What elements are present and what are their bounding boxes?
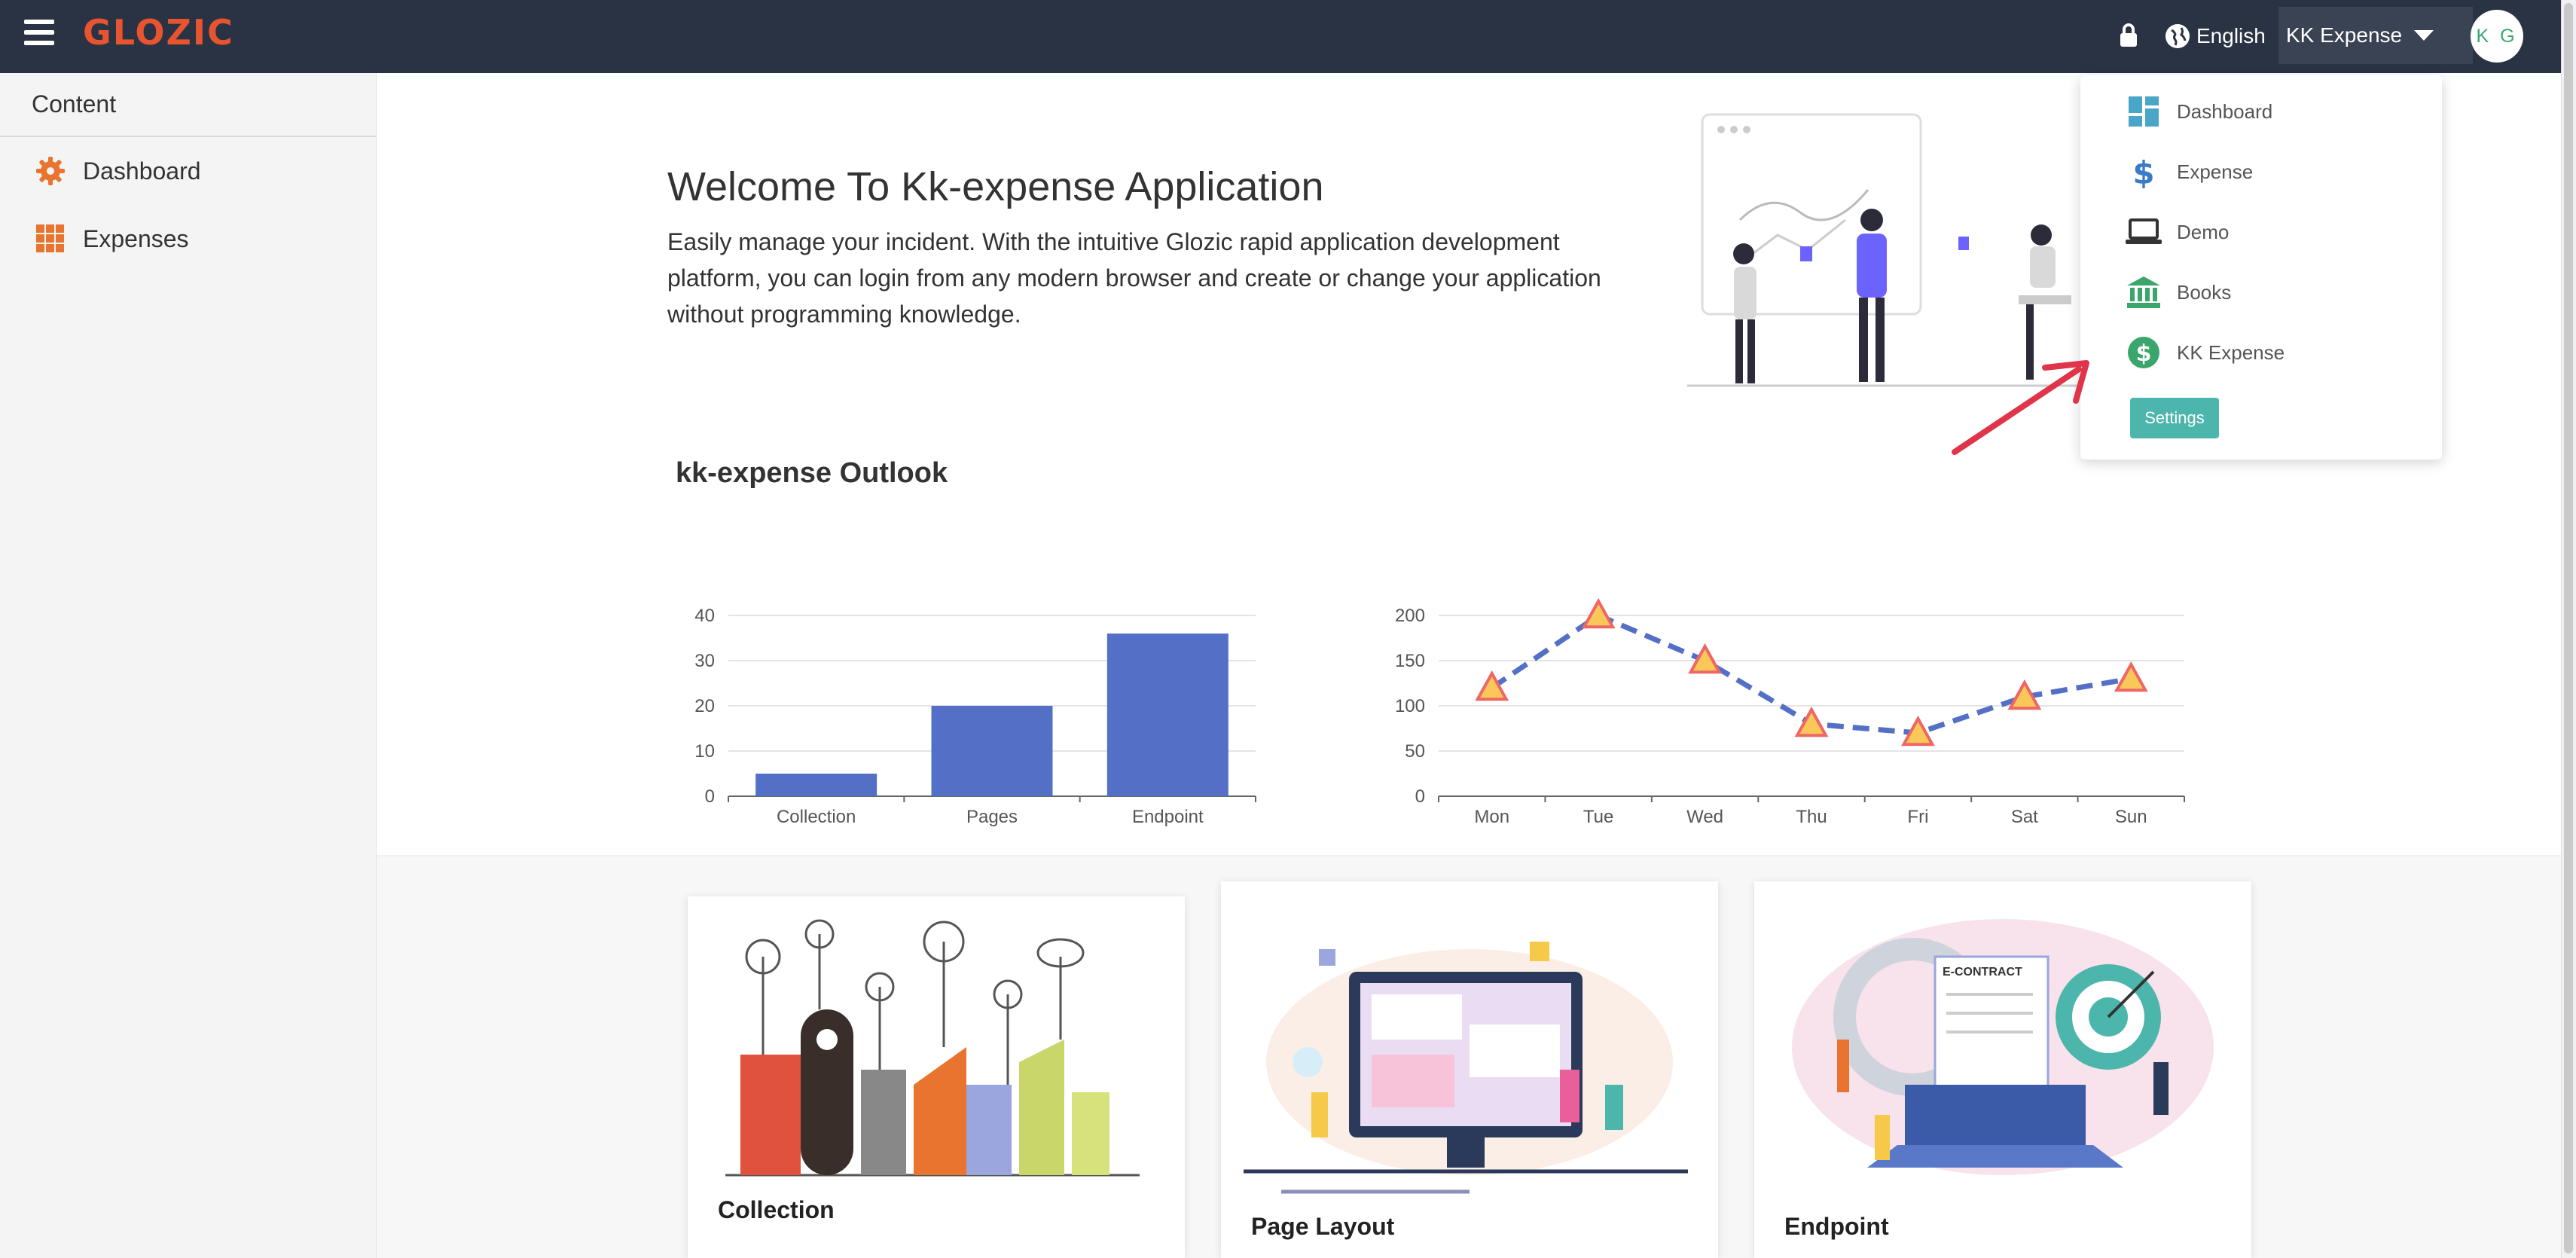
outlook-title: kk-expense Outlook bbox=[676, 457, 948, 489]
x-tick-label: Collection bbox=[777, 807, 856, 827]
x-tick-label: Tue bbox=[1583, 807, 1613, 827]
y-tick-label: 0 bbox=[705, 786, 715, 807]
y-tick-label: 0 bbox=[1415, 786, 1425, 807]
y-tick-label: 100 bbox=[1395, 696, 1425, 716]
gear-icon bbox=[35, 155, 66, 187]
x-tick-label: Wed bbox=[1686, 807, 1723, 827]
annotation-arrow-icon bbox=[1952, 360, 2089, 455]
y-tick-label: 10 bbox=[694, 741, 715, 762]
globe-icon bbox=[2165, 24, 2190, 48]
triangle-marker-thu bbox=[1794, 706, 1829, 737]
line-chart: 0 50 100 150 200 Mon Tue Wed Thu Fri Sat Sun bbox=[1395, 597, 2185, 827]
settings-button[interactable]: Settings bbox=[2130, 398, 2219, 438]
x-tick-label: Thu bbox=[1796, 807, 1827, 827]
dropdown-item-demo[interactable]: Demo bbox=[2126, 209, 2229, 255]
dropdown-item-label: KK Expense bbox=[2177, 340, 2285, 364]
bar-endpoint bbox=[1106, 634, 1228, 796]
bar-collection bbox=[755, 774, 877, 796]
app-selector-dropdown[interactable]: KK Expense bbox=[2278, 7, 2473, 64]
welcome-text: Easily manage your incident. With the in… bbox=[667, 228, 1601, 328]
dropdown-item-kk-expense[interactable]: $ KK Expense bbox=[2126, 330, 2285, 375]
hamburger-menu-icon[interactable] bbox=[24, 20, 54, 50]
y-tick-label: 40 bbox=[694, 606, 715, 626]
svg-text:$: $ bbox=[2136, 340, 2152, 367]
scrollbar-thumb[interactable] bbox=[2564, 3, 2573, 1253]
e-contract-document-text: E-CONTRACT bbox=[1943, 966, 2022, 979]
dropdown-item-label: Dashboard bbox=[2177, 99, 2273, 123]
logo[interactable]: GLOZIC bbox=[83, 12, 234, 53]
x-tick-label: Pages bbox=[966, 807, 1018, 827]
caret-down-icon bbox=[2414, 30, 2434, 41]
card-title: Collection bbox=[718, 1196, 835, 1223]
svg-text:$: $ bbox=[2132, 155, 2154, 188]
welcome-title: Welcome To Kk-expense Application bbox=[667, 164, 1324, 209]
bar-pages bbox=[931, 706, 1053, 796]
x-tick-label: Sun bbox=[2115, 807, 2147, 827]
x-tick-label: Fri bbox=[1907, 807, 1928, 827]
e-contract-illustration: E-CONTRACT bbox=[1792, 919, 2214, 1175]
top-navbar: GLOZIC English KK Expense K G bbox=[0, 0, 2561, 73]
triangle-marker-tue bbox=[1581, 597, 1616, 629]
dollar-icon: $ bbox=[2126, 154, 2162, 190]
triangle-marker-mon bbox=[1475, 670, 1509, 701]
sidebar-title: Content bbox=[0, 73, 376, 137]
dropdown-item-dashboard[interactable]: Dashboard bbox=[2126, 89, 2272, 134]
y-tick-label: 200 bbox=[1395, 606, 1425, 626]
dropdown-item-label: Books bbox=[2177, 280, 2232, 304]
dropdown-item-books[interactable]: Books bbox=[2126, 270, 2231, 315]
dropdown-item-label: Expense bbox=[2177, 160, 2254, 183]
sidebar-item-label: Dashboard bbox=[83, 157, 201, 185]
city-infographic-illustration bbox=[725, 919, 1140, 1177]
user-avatar[interactable]: K G bbox=[2471, 10, 2523, 63]
dashboard-icon bbox=[2126, 93, 2162, 130]
card-title: Page Layout bbox=[1251, 1213, 1395, 1240]
app-selector-label: KK Expense bbox=[2286, 23, 2403, 47]
card-endpoint[interactable]: E-CONTRACT Endpoint bbox=[1754, 881, 2251, 1258]
bar-chart: 0 10 20 30 40 Collection Pages Endpoint bbox=[694, 606, 1256, 827]
page-scrollbar[interactable] bbox=[2561, 0, 2576, 1258]
dollar-circle-icon: $ bbox=[2126, 334, 2162, 371]
sidebar-item-expenses[interactable]: Expenses bbox=[0, 205, 376, 273]
x-tick-label: Endpoint bbox=[1132, 807, 1204, 827]
y-tick-label: 50 bbox=[1405, 741, 1425, 762]
card-page-layout[interactable]: Page Layout bbox=[1221, 881, 1718, 1258]
lock-icon[interactable] bbox=[2118, 23, 2139, 48]
sidebar-item-dashboard[interactable]: Dashboard bbox=[0, 137, 376, 205]
card-title: Endpoint bbox=[1784, 1213, 1889, 1240]
language-selector[interactable]: English bbox=[2165, 20, 2266, 53]
app-switcher-dropdown: Dashboard $ Expense Demo Books $ KK Expe… bbox=[2080, 75, 2442, 460]
page-layout-illustration bbox=[1244, 942, 1688, 1194]
y-tick-label: 150 bbox=[1395, 651, 1425, 671]
sidebar: Content Dashboard Expenses bbox=[0, 73, 377, 1258]
x-tick-label: Mon bbox=[1474, 807, 1509, 827]
grid-icon bbox=[35, 223, 66, 255]
card-collection[interactable]: Collection bbox=[688, 896, 1185, 1258]
y-tick-label: 30 bbox=[694, 651, 715, 671]
x-tick-label: Sat bbox=[2011, 807, 2038, 827]
laptop-icon bbox=[2126, 214, 2162, 250]
bank-icon bbox=[2126, 274, 2162, 310]
triangle-marker-sun bbox=[2114, 661, 2148, 692]
sidebar-item-label: Expenses bbox=[83, 224, 189, 252]
y-tick-label: 20 bbox=[694, 696, 715, 716]
dropdown-item-label: Demo bbox=[2177, 220, 2230, 243]
language-label: English bbox=[2196, 24, 2266, 47]
dropdown-item-expense[interactable]: $ Expense bbox=[2126, 149, 2253, 194]
